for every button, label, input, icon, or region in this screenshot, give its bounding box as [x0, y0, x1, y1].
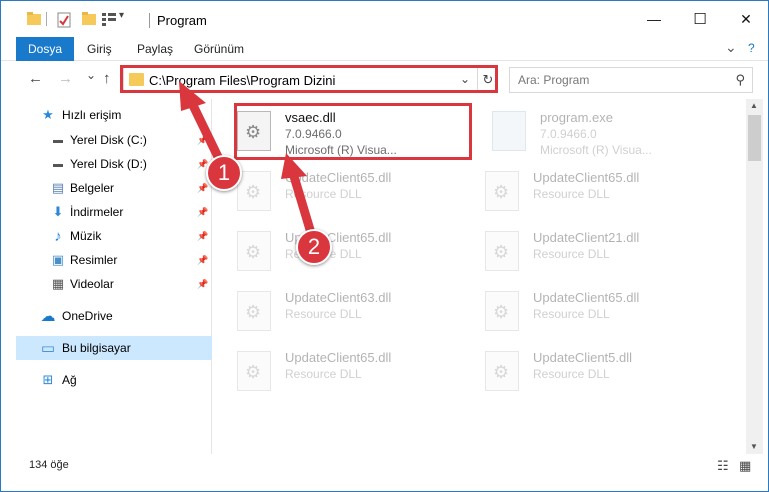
step-badge-1: 1 [206, 155, 242, 191]
arrow-to-file [288, 168, 316, 238]
arrowhead-icon [281, 153, 307, 179]
explorer-window: ▾ Program — ☐ ✕ Dosya Giriş Paylaş Görün… [0, 0, 769, 492]
step-badge-2: 2 [296, 229, 332, 265]
arrowhead-icon [179, 81, 206, 111]
annotation-arrows [179, 81, 316, 238]
